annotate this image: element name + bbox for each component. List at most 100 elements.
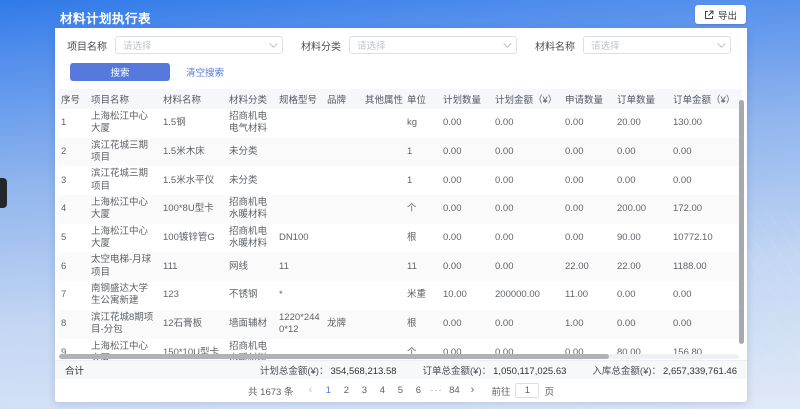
page-list: 123456···84 — [321, 385, 461, 396]
column-header: 计划数量 — [440, 89, 492, 109]
table-cell: 未分类 — [226, 166, 276, 195]
table-cell: 0.00 — [562, 138, 614, 167]
table-cell: 网线 — [226, 252, 276, 281]
material-name-select[interactable]: 请选择 — [583, 36, 731, 54]
table-row: 1上海松江中心大厦1.5钢招商机电电气材料kg0.000.000.0020.00… — [58, 109, 742, 138]
table-cell: 0.00 — [670, 310, 742, 339]
column-header: 规格型号 — [276, 89, 324, 109]
page-title: 材料计划执行表 — [60, 8, 151, 27]
table-cell: 172.00 — [670, 195, 742, 224]
chevron-down-icon — [269, 39, 277, 47]
goto-page-input[interactable] — [515, 383, 539, 398]
goto-label: 前往 — [491, 384, 510, 398]
table-cell: 10772.10 — [670, 224, 742, 253]
table-cell: 0.00 — [670, 166, 742, 195]
export-button[interactable]: 导出 — [695, 5, 746, 24]
page-number[interactable]: 6 — [411, 385, 425, 396]
table-cell — [362, 224, 404, 253]
side-drawer-handle[interactable] — [0, 178, 7, 208]
table-cell: 10.00 — [440, 281, 492, 310]
horizontal-scrollbar-thumb[interactable] — [59, 354, 609, 359]
table-head: 序号项目名称材料名称材料分类规格型号品牌其他属性单位计划数量计划金额（¥）申请数… — [58, 89, 742, 109]
table-cell: 4 — [58, 195, 88, 224]
filter-label-material-name: 材料名称 — [535, 38, 575, 53]
table-cell: 0.00 — [440, 252, 492, 281]
column-header: 其他属性 — [362, 89, 404, 109]
search-button[interactable]: 搜索 — [70, 63, 170, 81]
table-row: 4上海松江中心大厦100*8U型卡招商机电水暖材料个0.000.000.0020… — [58, 195, 742, 224]
column-header: 序号 — [58, 89, 88, 109]
table-cell: 墙面辅材 — [226, 310, 276, 339]
order-total-amount: 订单总金额(¥)：1,050,117,025.63 — [423, 363, 567, 377]
table-cell: 200000.00 — [492, 281, 562, 310]
table-cell — [362, 138, 404, 167]
horizontal-scrollbar[interactable] — [59, 354, 739, 359]
table-cell: 1.5钢 — [160, 109, 226, 138]
select-placeholder: 请选择 — [357, 38, 386, 52]
filter-group-material-category: 材料分类 请选择 — [301, 36, 517, 54]
prev-page-button[interactable]: ‹ — [304, 385, 316, 396]
page-number[interactable]: 1 — [321, 385, 335, 396]
table-cell: 0.00 — [440, 109, 492, 138]
table-cell: 0.00 — [492, 109, 562, 138]
select-placeholder: 请选择 — [123, 38, 152, 52]
table-cell: 根 — [404, 310, 440, 339]
page-number[interactable]: 2 — [339, 385, 353, 396]
filter-group-project-name: 项目名称 请选择 — [67, 36, 283, 54]
column-header: 品牌 — [324, 89, 362, 109]
table-cell: 1.5米木床 — [160, 138, 226, 167]
materials-table: 序号项目名称材料名称材料分类规格型号品牌其他属性单位计划数量计划金额（¥）申请数… — [58, 89, 742, 367]
table-cell: 0.00 — [440, 224, 492, 253]
table-cell: 2 — [58, 138, 88, 167]
project-name-select[interactable]: 请选择 — [115, 36, 283, 54]
inbound-total-amount: 入库总金额(¥)：2,657,339,761.46 — [592, 363, 737, 377]
table-cell: 上海松江中心大厦 — [88, 195, 160, 224]
export-label: 导出 — [718, 8, 737, 22]
table-cell — [276, 109, 324, 138]
table-cell: 1 — [404, 138, 440, 167]
table-cell: 0.00 — [492, 138, 562, 167]
page-number[interactable]: 84 — [447, 385, 461, 396]
table-cell: 根 — [404, 224, 440, 253]
page-number[interactable]: 3 — [357, 385, 371, 396]
page-number[interactable]: 5 — [393, 385, 407, 396]
table-cell — [324, 252, 362, 281]
table-cell: 22.00 — [562, 252, 614, 281]
table-cell — [324, 224, 362, 253]
table-cell — [324, 281, 362, 310]
table-cell — [362, 166, 404, 195]
clear-search-link[interactable]: 清空搜索 — [186, 65, 224, 79]
table-cell — [362, 109, 404, 138]
column-header: 项目名称 — [88, 89, 160, 109]
table-cell: 111 — [160, 252, 226, 281]
next-page-button[interactable]: › — [466, 385, 478, 396]
table-cell: 米重 — [404, 281, 440, 310]
table-cell: 个 — [404, 195, 440, 224]
pagination: 共 1673 条 ‹ 123456···84 › 前往 页 — [55, 379, 747, 402]
summary-totals: 计划总金额(¥)：354,568,213.58 订单总金额(¥)：1,050,1… — [260, 363, 737, 377]
table-cell: 0.00 — [562, 224, 614, 253]
table-cell: 100*8U型卡 — [160, 195, 226, 224]
table-cell: 招商机电电气材料 — [226, 109, 276, 138]
table-cell: 3 — [58, 166, 88, 195]
table-cell: 130.00 — [670, 109, 742, 138]
chevron-down-icon — [503, 39, 511, 47]
order-total-amount-value: 1,050,117,025.63 — [493, 366, 566, 377]
table-cell: 0.00 — [440, 310, 492, 339]
table-row: 8滨江花城8期项目-分包12石膏板墙面辅材1220*2440*12龙牌根0.00… — [58, 310, 742, 339]
table-cell: 0.00 — [440, 166, 492, 195]
column-header: 订单数量 — [614, 89, 670, 109]
table-cell: kg — [404, 109, 440, 138]
table-cell: 0.00 — [492, 166, 562, 195]
column-header: 申请数量 — [562, 89, 614, 109]
table-cell: 0.00 — [614, 166, 670, 195]
table-cell: 200.00 — [614, 195, 670, 224]
page-number[interactable]: 4 — [375, 385, 389, 396]
table-cell: 0.00 — [562, 166, 614, 195]
table-cell: 招商机电水暖材料 — [226, 195, 276, 224]
material-category-select[interactable]: 请选择 — [349, 36, 517, 54]
table-cell: 22.00 — [614, 252, 670, 281]
table-cell: 0.00 — [492, 310, 562, 339]
order-total-amount-label: 订单总金额(¥)： — [423, 366, 492, 377]
vertical-scrollbar-thumb[interactable] — [739, 100, 744, 344]
